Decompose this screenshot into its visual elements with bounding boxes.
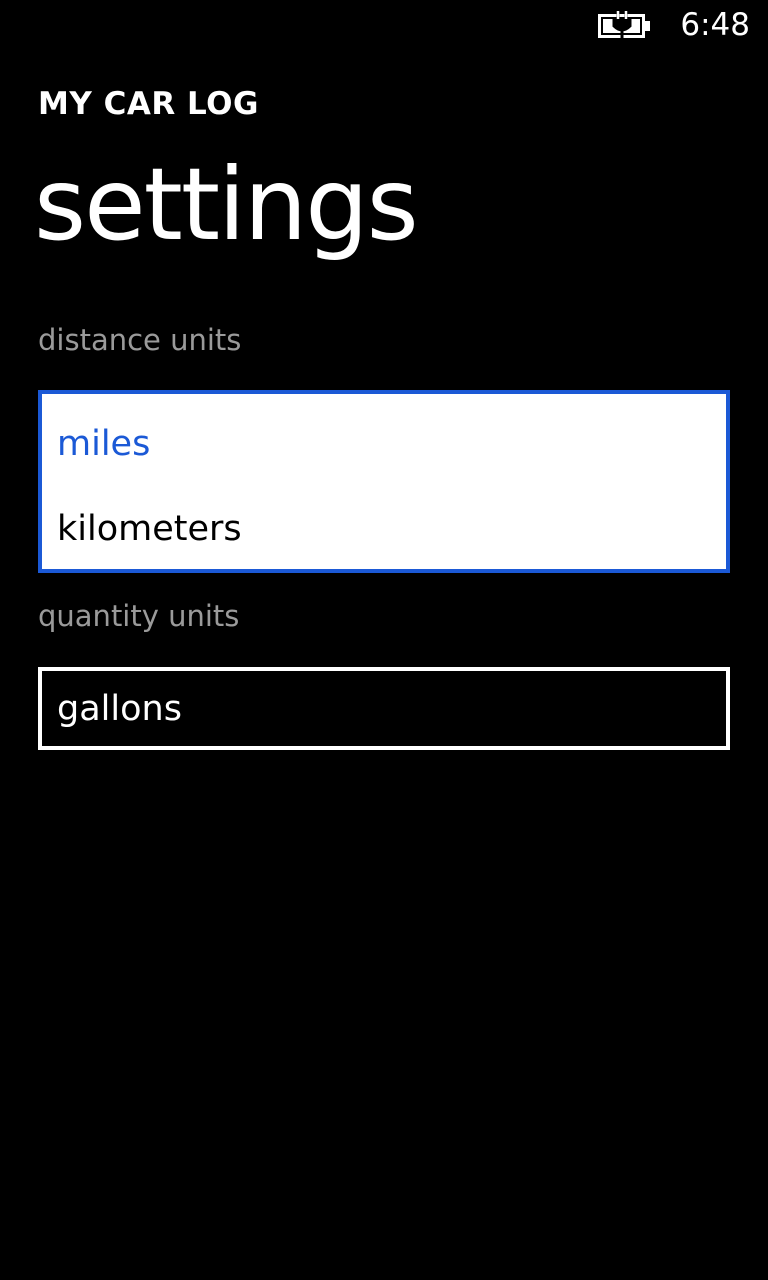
status-bar: 6:48 xyxy=(0,0,768,50)
status-clock: 6:48 xyxy=(680,7,750,43)
quantity-units-label: quantity units xyxy=(38,599,240,633)
quantity-units-value: gallons xyxy=(57,689,182,729)
settings-screen: 6:48 MY CAR LOG settings distance units … xyxy=(0,0,768,1280)
app-title: MY CAR LOG xyxy=(38,86,259,122)
distance-units-picker[interactable]: miles kilometers xyxy=(38,390,730,573)
distance-units-label: distance units xyxy=(38,323,242,357)
quantity-units-picker[interactable]: gallons xyxy=(38,667,730,750)
option-kilometers[interactable]: kilometers xyxy=(57,507,242,551)
page-title: settings xyxy=(34,146,419,263)
option-miles[interactable]: miles xyxy=(57,422,150,466)
battery-charging-icon xyxy=(598,10,652,40)
